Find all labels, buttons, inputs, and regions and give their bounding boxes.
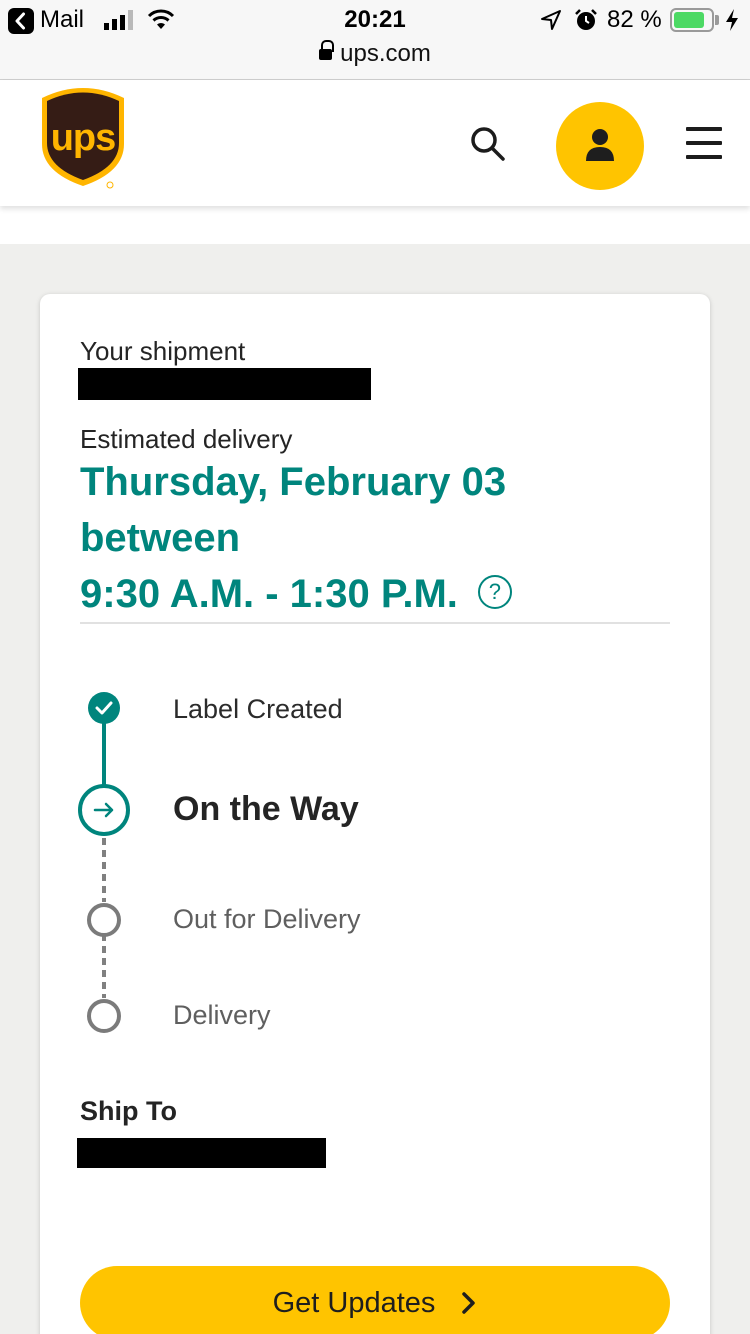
battery-level [674, 12, 704, 28]
get-updates-label: Get Updates [272, 1287, 436, 1319]
progress-line-pending [102, 838, 106, 902]
ship-to-address-redacted [77, 1138, 326, 1168]
menu-bar [686, 141, 722, 145]
step-label-created: Label Created [173, 694, 343, 724]
step-pending-marker [87, 999, 121, 1033]
get-updates-button[interactable]: Get Updates [80, 1266, 670, 1334]
search-icon[interactable] [468, 124, 508, 164]
checkmark-icon [95, 701, 113, 715]
battery-icon [670, 8, 714, 32]
header-spacer [0, 206, 750, 244]
step-delivery: Delivery [173, 1000, 271, 1030]
step-pending-marker [87, 903, 121, 937]
shipment-card: Your shipment Estimated delivery Thursda… [40, 294, 710, 1334]
menu-icon[interactable] [686, 127, 722, 159]
status-bar: Mail 20:21 ups.com 82 % [0, 0, 750, 80]
estimated-delivery-label: Estimated delivery [80, 424, 293, 454]
battery-percent: 82 % [607, 6, 662, 33]
step-complete-marker [88, 692, 120, 724]
menu-bar [686, 127, 722, 131]
step-out-for-delivery: Out for Delivery [173, 904, 361, 934]
divider [80, 622, 670, 624]
account-button[interactable] [556, 102, 644, 190]
chevron-right-icon [462, 1292, 476, 1314]
location-arrow-icon [541, 10, 561, 30]
eta-time-range: 9:30 A.M. - 1:30 P.M. [80, 572, 458, 616]
menu-bar [686, 155, 722, 159]
url-text: ups.com [340, 40, 431, 67]
arrow-right-icon [93, 802, 114, 818]
user-icon [586, 129, 614, 161]
ship-to-heading: Ship To [80, 1096, 177, 1126]
battery-tip [715, 15, 719, 25]
alarm-icon [575, 9, 597, 30]
step-on-the-way: On the Way [173, 790, 359, 828]
progress-line-complete [102, 722, 106, 788]
ups-logo[interactable]: ups [38, 84, 128, 192]
address-bar[interactable]: ups.com [0, 40, 750, 68]
help-icon[interactable]: ? [477, 575, 512, 609]
logo-wordmark: ups [51, 117, 116, 159]
tracking-number-redacted [78, 368, 371, 400]
your-shipment-heading: Your shipment [80, 336, 246, 366]
lock-icon [319, 40, 335, 62]
progress-line-pending [102, 934, 106, 998]
step-current-marker [78, 784, 130, 836]
estimated-delivery-window: Thursday, February 03 between 9:30 A.M. … [80, 454, 670, 622]
site-header: ups [0, 80, 750, 206]
charging-bolt-icon [726, 9, 738, 31]
eta-date: Thursday, February 03 between [80, 460, 507, 560]
